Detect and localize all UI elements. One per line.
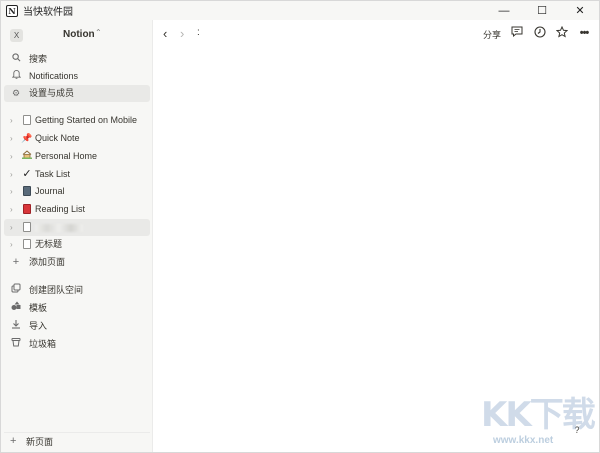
sidebar-page-label: Personal Home bbox=[35, 151, 98, 161]
more-options-icon[interactable]: ••• bbox=[577, 26, 591, 40]
plus-icon: + bbox=[10, 435, 17, 447]
clock-icon[interactable] bbox=[533, 26, 547, 40]
team-icon bbox=[10, 282, 22, 299]
doc-icon bbox=[21, 236, 33, 255]
checkmark-icon: ✓ bbox=[22, 168, 32, 180]
chevron-updown-icon: ⌃ bbox=[95, 28, 102, 37]
workspace-switcher[interactable]: X Notion ⌃ bbox=[1, 26, 153, 44]
sidebar-page-label: Quick Note bbox=[35, 133, 80, 143]
sidebar-page-journal[interactable]: › Journal bbox=[4, 183, 150, 200]
chevron-right-icon[interactable]: › bbox=[10, 112, 13, 129]
notion-window: N 当快软件园 — ☐ ✕ X Notion ⌃ 搜索 Notification… bbox=[0, 0, 600, 453]
sidebar-item-templates[interactable]: 模板 bbox=[4, 300, 150, 317]
sidebar-item-label: 模板 bbox=[29, 303, 48, 313]
comment-icon[interactable] bbox=[510, 26, 524, 40]
sidebar-page-label: Reading List bbox=[35, 204, 86, 214]
sidebar-page-label: Journal bbox=[35, 186, 65, 196]
sidebar-item-label: 垃圾箱 bbox=[29, 339, 57, 349]
sidebar-item-settings[interactable]: ⚙ 设置与成员 bbox=[4, 85, 150, 102]
sidebar-item-label: 创建团队空间 bbox=[29, 285, 84, 295]
pushpin-icon: 📌 bbox=[21, 133, 33, 143]
new-page-label: 新页面 bbox=[26, 437, 54, 447]
notion-app-icon: N bbox=[6, 4, 18, 17]
sidebar-page-getting-started[interactable]: › Getting Started on Mobile bbox=[4, 112, 150, 129]
sidebar-page-label: Getting Started on Mobile bbox=[35, 115, 138, 125]
doc-icon bbox=[21, 112, 33, 131]
chevron-right-icon[interactable]: › bbox=[10, 183, 13, 200]
maximize-button[interactable]: ☐ bbox=[523, 1, 561, 20]
import-icon bbox=[10, 318, 22, 335]
sidebar-page-personal-home[interactable]: › Personal Home bbox=[4, 148, 150, 165]
search-icon bbox=[10, 51, 22, 68]
chevron-right-icon[interactable]: › bbox=[10, 148, 13, 165]
sidebar-item-label: 搜索 bbox=[29, 54, 48, 64]
chevron-right-icon[interactable]: › bbox=[10, 236, 13, 253]
workspace-avatar: X bbox=[10, 29, 23, 42]
sidebar-item-search[interactable]: 搜索 bbox=[4, 51, 150, 68]
sidebar-page-untitled[interactable]: › 无标题 bbox=[4, 236, 150, 253]
shapes-icon bbox=[10, 300, 22, 317]
star-icon[interactable] bbox=[555, 25, 569, 40]
minimize-button[interactable]: — bbox=[485, 1, 523, 20]
sidebar-page-reading-list[interactable]: › Reading List bbox=[4, 201, 150, 218]
house-icon bbox=[21, 148, 33, 165]
new-page-button[interactable]: + 新页面 bbox=[4, 432, 150, 449]
breadcrumb[interactable]: : bbox=[197, 27, 200, 38]
chevron-right-icon[interactable]: › bbox=[10, 201, 13, 218]
chevron-right-icon[interactable]: › bbox=[10, 219, 13, 236]
gear-icon: ⚙ bbox=[11, 88, 21, 98]
watermark-url: www.kkx.net bbox=[493, 435, 554, 446]
share-button[interactable]: 分享 bbox=[483, 28, 501, 41]
sidebar-page-label: Task List bbox=[35, 169, 71, 179]
chevron-right-icon[interactable]: › bbox=[10, 166, 13, 183]
plus-icon: + bbox=[12, 256, 20, 268]
sidebar-item-label: 设置与成员 bbox=[29, 88, 75, 98]
add-page-button[interactable]: + 添加页面 bbox=[4, 254, 150, 271]
trash-icon bbox=[10, 336, 22, 353]
red-book-icon bbox=[21, 201, 33, 220]
notebook-icon bbox=[21, 183, 33, 202]
sidebar-page-label: 无标题 bbox=[35, 239, 63, 249]
window-title: 当快软件园 bbox=[23, 7, 73, 18]
forward-arrow-icon[interactable]: › bbox=[180, 26, 184, 41]
window-controls: — ☐ ✕ bbox=[485, 1, 599, 20]
sidebar-item-label: 导入 bbox=[29, 321, 48, 331]
title-bar: N 当快软件园 — ☐ ✕ bbox=[1, 1, 599, 20]
redacted-page-title bbox=[35, 224, 83, 232]
bell-icon bbox=[10, 68, 22, 85]
watermark-brand: KK下载 bbox=[481, 395, 596, 435]
close-button[interactable]: ✕ bbox=[561, 1, 599, 20]
sidebar-page-quick-note[interactable]: › 📌 Quick Note bbox=[4, 130, 150, 147]
sidebar: X Notion ⌃ 搜索 Notifications ⚙ 设置与成员 › Ge… bbox=[1, 20, 153, 452]
sidebar-item-import[interactable]: 导入 bbox=[4, 318, 150, 335]
chevron-right-icon[interactable]: › bbox=[10, 130, 13, 147]
watermark-logo: KK下载 www.kkx.net bbox=[477, 387, 597, 451]
sidebar-item-label: Notifications bbox=[29, 71, 79, 81]
add-page-label: 添加页面 bbox=[29, 257, 66, 267]
sidebar-item-create-teamspace[interactable]: 创建团队空间 bbox=[4, 282, 150, 299]
workspace-name: Notion bbox=[63, 29, 95, 40]
sidebar-page-blurred[interactable]: › bbox=[4, 219, 150, 236]
sidebar-item-notifications[interactable]: Notifications bbox=[4, 68, 150, 85]
back-arrow-icon[interactable]: ‹ bbox=[163, 26, 167, 41]
sidebar-item-trash[interactable]: 垃圾箱 bbox=[4, 336, 150, 353]
sidebar-page-task-list[interactable]: › ✓ Task List bbox=[4, 166, 150, 183]
